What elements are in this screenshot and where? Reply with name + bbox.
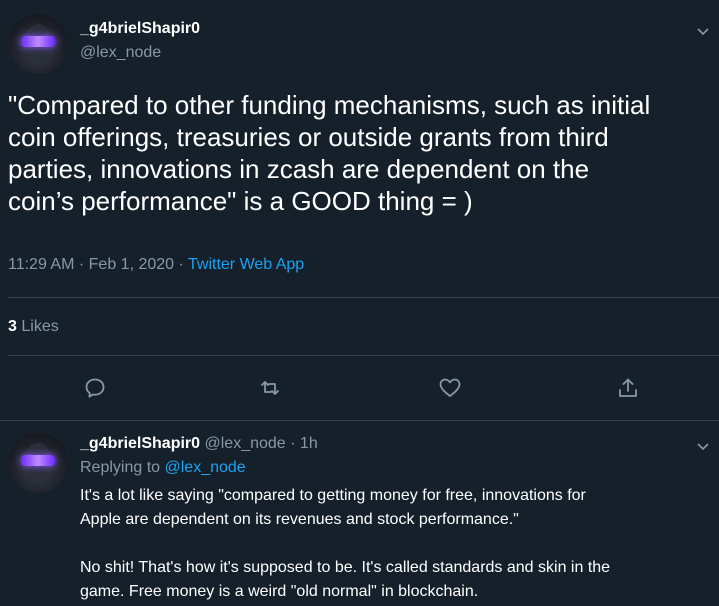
tweet-source[interactable]: Twitter Web App [188, 256, 304, 273]
replying-to-label: Replying to [80, 459, 161, 476]
author-handle[interactable]: @lex_node [80, 44, 161, 62]
tweet-text: "Compared to other funding mechanisms, s… [8, 89, 719, 217]
reply-text-line: game. Free money is a weird "old normal"… [80, 583, 479, 600]
reply-separator: · [290, 435, 296, 452]
replying-to-handle[interactable]: @lex_node [165, 459, 246, 476]
reply-text-line: No shit! That's how it's supposed to be.… [80, 559, 611, 576]
reply-text: It's a lot like saying "compared to gett… [80, 484, 716, 604]
tweet-text-line: coin offerings, treasuries or outside gr… [8, 122, 609, 152]
tweet-date[interactable]: Feb 1, 2020 [89, 256, 174, 273]
author-display-name[interactable]: _g4brielShapir0 [80, 20, 200, 38]
tweet-text-line: "Compared to other funding mechanisms, s… [8, 90, 651, 120]
divider [8, 297, 719, 298]
meta-separator: · [178, 256, 184, 273]
chevron-down-icon[interactable] [697, 26, 709, 38]
reply-text-line: It's a lot like saying "compared to gett… [80, 487, 586, 504]
divider [0, 420, 719, 421]
chevron-down-icon[interactable] [697, 441, 709, 453]
share-icon[interactable] [616, 376, 640, 400]
reply-header: _g4brielShapir0 @lex_node · 1h [80, 435, 318, 453]
likes-count: 3 [8, 318, 17, 335]
replying-to: Replying to @lex_node [80, 459, 246, 477]
avatar[interactable] [8, 14, 68, 74]
reply-avatar[interactable] [8, 433, 68, 493]
meta-separator: · [78, 256, 85, 273]
reply-age[interactable]: 1h [300, 435, 318, 452]
likes-label: Likes [21, 318, 59, 335]
reply-display-name[interactable]: _g4brielShapir0 [80, 435, 200, 452]
tweet-text-line: parties, innovations in zcash are depend… [8, 154, 590, 184]
avatar-visor [21, 455, 55, 466]
tweet-text-line: coin’s performance" is a GOOD thing = ) [8, 186, 473, 216]
avatar-visor [21, 36, 55, 47]
reply-text-line: Apple are dependent on its revenues and … [80, 511, 519, 528]
like-icon[interactable] [438, 376, 462, 400]
reply-handle[interactable]: @lex_node [205, 435, 286, 452]
divider [8, 355, 719, 356]
retweet-icon[interactable] [258, 376, 282, 400]
tweet-time[interactable]: 11:29 AM [8, 256, 74, 273]
tweet-meta: 11:29 AM · Feb 1, 2020 · Twitter Web App [8, 256, 304, 274]
reply-icon[interactable] [83, 376, 107, 400]
likes-stat[interactable]: 3 Likes [8, 318, 59, 336]
